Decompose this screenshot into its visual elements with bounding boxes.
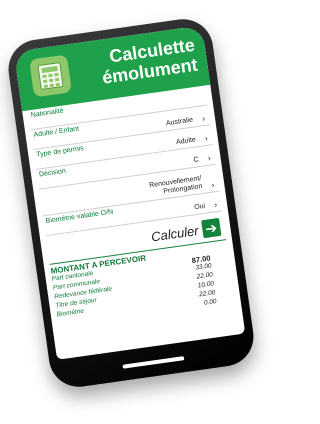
phone-frame: Calculette émolument Nationalité Adulte … [4, 15, 258, 391]
result-value: 33.00 [194, 262, 213, 272]
chevron-right-icon: › [204, 133, 209, 144]
arrow-right-icon: ➔ [201, 217, 222, 239]
field-label: Nationalité [30, 107, 65, 120]
field-value: Oui [193, 202, 206, 212]
field-label: Décision [38, 167, 67, 179]
result-value: 10.00 [197, 280, 215, 290]
field-value: Adulte [175, 136, 197, 147]
result-value: 22.00 [198, 289, 216, 299]
chevron-right-icon: › [213, 200, 218, 210]
field-value: C [193, 156, 200, 164]
app-title: Calculette émolument [98, 35, 199, 88]
calculator-icon [29, 54, 72, 98]
field-value: Australie [165, 116, 194, 128]
chevron-right-icon: › [210, 180, 215, 190]
chevron-right-icon: › [201, 113, 206, 124]
home-indicator[interactable] [122, 356, 185, 369]
result-value: 0.00 [203, 298, 218, 307]
chevron-right-icon: › [207, 153, 212, 163]
app-screen: Calculette émolument Nationalité Adulte … [13, 25, 246, 360]
result-value: 22.00 [196, 271, 214, 281]
calculate-label: Calculer [150, 222, 200, 244]
